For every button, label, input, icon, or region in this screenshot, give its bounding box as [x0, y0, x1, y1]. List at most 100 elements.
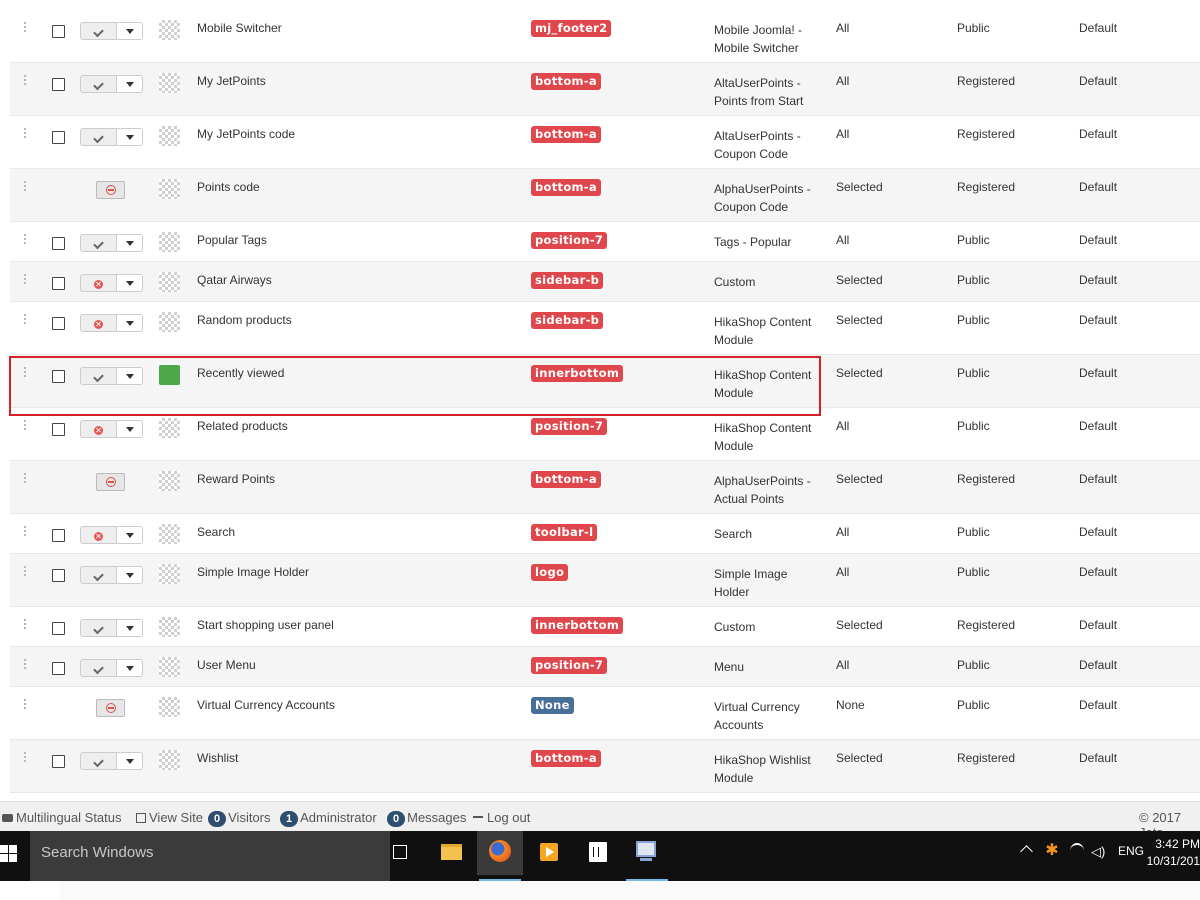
module-thumbnail: [159, 657, 180, 677]
actions-dropdown-button[interactable]: [117, 234, 143, 252]
avast-icon[interactable]: ✱: [1044, 843, 1060, 859]
status-toggle-button[interactable]: [80, 128, 117, 146]
row-checkbox[interactable]: [52, 622, 65, 635]
module-title-link[interactable]: Search: [197, 525, 235, 539]
remote-desktop-icon[interactable]: [624, 831, 670, 881]
pages-value: Selected: [836, 472, 883, 486]
chevron-up-icon[interactable]: [1020, 845, 1033, 858]
drag-handle-icon[interactable]: [24, 699, 26, 709]
row-checkbox[interactable]: [52, 25, 65, 38]
status-toggle-button[interactable]: [80, 234, 117, 252]
file-explorer-icon[interactable]: [428, 831, 474, 875]
module-type: AltaUserPoints - Coupon Code: [714, 127, 824, 163]
module-title-link[interactable]: Reward Points: [197, 472, 275, 486]
status-toggle-button[interactable]: [80, 752, 117, 770]
row-checkbox[interactable]: [52, 755, 65, 768]
row-checkbox[interactable]: [52, 662, 65, 675]
module-type: Simple Image Holder: [714, 565, 824, 601]
module-title-link[interactable]: Virtual Currency Accounts: [197, 698, 335, 712]
volume-icon[interactable]: ◁): [1091, 844, 1105, 860]
module-title-link[interactable]: User Menu: [197, 658, 256, 672]
access-value: Registered: [957, 618, 1016, 632]
status-toggle-button[interactable]: ✕: [80, 274, 117, 292]
position-badge: bottom-a: [531, 471, 601, 488]
multilingual-status-link[interactable]: Multilingual Status: [2, 810, 122, 825]
drag-handle-icon[interactable]: [24, 75, 26, 85]
status-toggle-button[interactable]: [80, 566, 117, 584]
status-locked-button[interactable]: [96, 181, 125, 199]
drag-handle-icon[interactable]: [24, 128, 26, 138]
actions-dropdown-button[interactable]: [117, 566, 143, 584]
administrator-link[interactable]: 1 Administrator: [280, 810, 377, 827]
actions-dropdown-button[interactable]: [117, 22, 143, 40]
module-title-link[interactable]: Points code: [197, 180, 260, 194]
drag-handle-icon[interactable]: [24, 619, 26, 629]
drag-handle-icon[interactable]: [24, 22, 26, 32]
drag-handle-icon[interactable]: [24, 526, 26, 536]
actions-dropdown-button[interactable]: [117, 420, 143, 438]
clock-date: 10/31/201: [1146, 854, 1200, 868]
media-player-icon[interactable]: [526, 831, 572, 875]
status-toggle-button[interactable]: [80, 619, 117, 637]
actions-dropdown-button[interactable]: [117, 659, 143, 677]
drag-handle-icon[interactable]: [24, 752, 26, 762]
row-checkbox[interactable]: [52, 237, 65, 250]
module-title-link[interactable]: Related products: [197, 419, 288, 433]
drag-handle-icon[interactable]: [24, 314, 26, 324]
module-type: AlphaUserPoints - Coupon Code: [714, 180, 824, 216]
taskbar-search-box[interactable]: Search Windows: [30, 831, 390, 881]
status-toggle-button[interactable]: [80, 659, 117, 677]
status-toggle-button[interactable]: [80, 75, 117, 93]
module-title-link[interactable]: Simple Image Holder: [197, 565, 309, 579]
status-locked-button[interactable]: [96, 699, 125, 717]
actions-dropdown-button[interactable]: [117, 274, 143, 292]
actions-dropdown-button[interactable]: [117, 75, 143, 93]
row-checkbox[interactable]: [52, 317, 65, 330]
row-checkbox[interactable]: [52, 277, 65, 290]
logout-link[interactable]: Log out: [473, 810, 530, 825]
view-site-link[interactable]: View Site: [136, 810, 203, 825]
drag-handle-icon[interactable]: [24, 234, 26, 244]
module-title-link[interactable]: Wishlist: [197, 751, 238, 765]
visitors-link[interactable]: 0 Visitors: [208, 810, 271, 827]
module-title-link[interactable]: Qatar Airways: [197, 273, 272, 287]
row-checkbox[interactable]: [52, 529, 65, 542]
actions-dropdown-button[interactable]: [117, 128, 143, 146]
status-toggle-button[interactable]: ✕: [80, 526, 117, 544]
status-toggle-button[interactable]: ✕: [80, 314, 117, 332]
drag-handle-icon[interactable]: [24, 181, 26, 191]
drag-handle-icon[interactable]: [24, 473, 26, 483]
drag-handle-icon[interactable]: [24, 274, 26, 284]
actions-dropdown-button[interactable]: [117, 752, 143, 770]
module-title-link[interactable]: Popular Tags: [197, 233, 267, 247]
row-checkbox[interactable]: [52, 569, 65, 582]
actions-dropdown-button[interactable]: [117, 619, 143, 637]
firefox-icon[interactable]: [477, 831, 523, 881]
row-checkbox[interactable]: [52, 131, 65, 144]
no-entry-icon: [105, 703, 116, 713]
access-value: Public: [957, 233, 990, 247]
row-checkbox[interactable]: [52, 423, 65, 436]
module-title-link[interactable]: My JetPoints: [197, 74, 266, 88]
wifi-icon[interactable]: [1070, 843, 1084, 859]
module-title-link[interactable]: My JetPoints code: [197, 127, 295, 141]
row-checkbox[interactable]: [52, 78, 65, 91]
task-view-icon[interactable]: [378, 831, 424, 875]
module-thumbnail: [159, 524, 180, 544]
drag-handle-icon[interactable]: [24, 420, 26, 430]
module-title-link[interactable]: Start shopping user panel: [197, 618, 334, 632]
status-toggle-button[interactable]: ✕: [80, 420, 117, 438]
taskbar-clock[interactable]: 3:42 PM 10/31/201: [1140, 836, 1200, 870]
actions-dropdown-button[interactable]: [117, 314, 143, 332]
actions-dropdown-button[interactable]: [117, 526, 143, 544]
drag-handle-icon[interactable]: [24, 659, 26, 669]
status-toggle-button[interactable]: [80, 22, 117, 40]
drag-handle-icon[interactable]: [24, 566, 26, 576]
store-icon[interactable]: [575, 831, 621, 875]
module-title-link[interactable]: Random products: [197, 313, 292, 327]
messages-link[interactable]: 0 Messages: [387, 810, 466, 827]
status-locked-button[interactable]: [96, 473, 125, 491]
position-badge: position-7: [531, 657, 608, 674]
windows-start-icon[interactable]: [0, 845, 20, 865]
module-title-link[interactable]: Mobile Switcher: [197, 21, 282, 35]
